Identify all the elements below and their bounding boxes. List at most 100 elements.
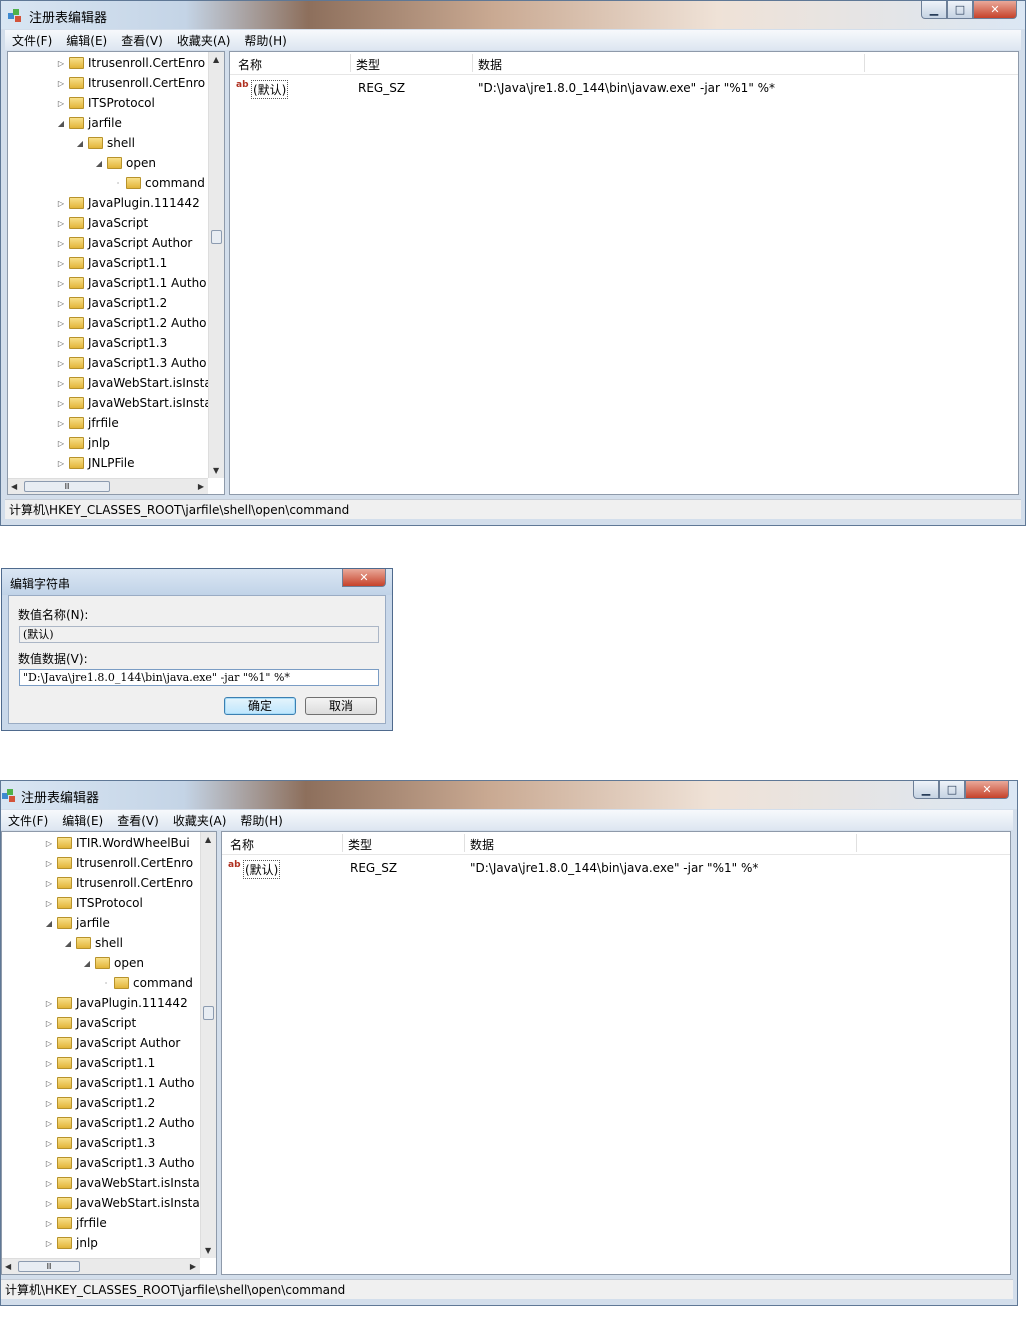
collapsed-arrow-icon[interactable]: ▷ (56, 99, 66, 108)
tree-horizontal-scroll-thumb[interactable]: Ⅲ (24, 481, 110, 492)
menu-file[interactable]: 文件(F) (1, 812, 55, 829)
tree-item[interactable]: ▷ Itrusenroll.CertEnro (44, 853, 193, 873)
collapsed-arrow-icon[interactable]: ▷ (44, 1059, 54, 1068)
tree-item[interactable]: ▷ JavaScript1.1 Autho (56, 273, 207, 293)
values-list-pane[interactable]: 名称 类型 数据 ab (默认) REG_SZ "D:\Java\jre1.8.… (229, 51, 1019, 495)
collapsed-arrow-icon[interactable]: ▷ (56, 439, 66, 448)
tree-item[interactable]: ▷ JavaScript1.2 (44, 1093, 155, 1113)
collapsed-arrow-icon[interactable]: ▷ (56, 339, 66, 348)
tree-item[interactable]: ▷ JavaWebStart.isInsta (44, 1173, 200, 1193)
tree-item[interactable]: ▷ jfrfile (56, 413, 119, 433)
title-bar[interactable]: 注册表编辑器 ▁ □ ✕ (1, 781, 1017, 809)
collapsed-arrow-icon[interactable]: ▷ (56, 459, 66, 468)
column-divider[interactable] (342, 834, 343, 852)
tree-item[interactable]: ▷ JavaPlugin.111442 (56, 193, 200, 213)
value-data-input[interactable]: "D:\Java\jre1.8.0_144\bin\java.exe" -jar… (19, 669, 379, 686)
collapsed-arrow-icon[interactable]: ▷ (44, 1199, 54, 1208)
tree-item[interactable]: ◢ open (82, 953, 144, 973)
tree-item[interactable]: ▷ Itrusenroll.CertEnro (44, 873, 193, 893)
collapsed-arrow-icon[interactable]: ▷ (44, 1139, 54, 1148)
collapsed-arrow-icon[interactable]: ▷ (44, 1079, 54, 1088)
column-divider[interactable] (472, 54, 473, 72)
minimize-button[interactable]: ▁ (913, 781, 939, 799)
expanded-arrow-icon[interactable]: ◢ (56, 119, 66, 128)
scroll-down-icon[interactable]: ▼ (213, 466, 219, 475)
tree-horizontal-scrollbar[interactable]: ◀ Ⅲ ▶ (2, 1258, 200, 1274)
tree-item[interactable]: ▷ JavaScript1.3 (44, 1133, 155, 1153)
tree-item[interactable]: ▷ JavaWebStart.isInsta (56, 373, 212, 393)
tree-item[interactable]: ▷ JavaScript (44, 1013, 136, 1033)
expanded-arrow-icon[interactable]: ◢ (94, 159, 104, 168)
menu-view[interactable]: 查看(V) (110, 812, 166, 829)
collapsed-arrow-icon[interactable]: ▷ (56, 79, 66, 88)
collapsed-arrow-icon[interactable]: ▷ (56, 399, 66, 408)
tree-item[interactable]: ▷ JavaScript Author (56, 233, 192, 253)
column-header-data[interactable]: 数据 (478, 56, 502, 73)
column-divider[interactable] (856, 834, 857, 852)
tree-item[interactable]: ▷ JavaScript1.2 Autho (56, 313, 207, 333)
collapsed-arrow-icon[interactable]: ▷ (56, 259, 66, 268)
column-header-name[interactable]: 名称 (230, 836, 254, 853)
dialog-close-button[interactable]: ✕ (342, 569, 386, 587)
cancel-button[interactable]: 取消 (305, 697, 377, 715)
scroll-right-icon[interactable]: ▶ (190, 1262, 196, 1271)
tree-item[interactable]: ◢ shell (63, 933, 123, 953)
collapsed-arrow-icon[interactable]: ▷ (56, 299, 66, 308)
column-divider[interactable] (350, 54, 351, 72)
tree-item[interactable]: ▷ ITSProtocol (56, 93, 155, 113)
tree-item[interactable]: ◢ shell (75, 133, 135, 153)
close-button[interactable]: ✕ (965, 781, 1009, 799)
menu-help[interactable]: 帮助(H) (233, 812, 289, 829)
tree-item[interactable]: ▷ JavaWebStart.isInsta (56, 393, 212, 413)
tree-item[interactable]: ▷ jnlp (44, 1233, 98, 1253)
collapsed-arrow-icon[interactable]: ▷ (44, 1219, 54, 1228)
tree-item[interactable]: ▷ JavaScript1.2 Autho (44, 1113, 195, 1133)
scroll-up-icon[interactable]: ▲ (213, 55, 219, 64)
expanded-arrow-icon[interactable]: ◢ (63, 939, 73, 948)
tree-item[interactable]: ▷ JavaPlugin.111442 (44, 993, 188, 1013)
maximize-button[interactable]: □ (939, 781, 965, 799)
tree-item[interactable]: ▷ JNLPFile (56, 453, 135, 473)
scroll-left-icon[interactable]: ◀ (11, 482, 17, 491)
tree-item[interactable]: ▷ JavaScript1.2 (56, 293, 167, 313)
collapsed-arrow-icon[interactable]: ▷ (56, 219, 66, 228)
menu-favorites[interactable]: 收藏夹(A) (166, 812, 234, 829)
tree-horizontal-scrollbar[interactable]: ◀ Ⅲ ▶ (8, 478, 208, 494)
menu-edit[interactable]: 编辑(E) (59, 32, 114, 49)
column-header-type[interactable]: 类型 (356, 56, 380, 73)
collapsed-arrow-icon[interactable]: ▷ (44, 1179, 54, 1188)
tree-item[interactable]: ▷ ITSProtocol (44, 893, 143, 913)
collapsed-arrow-icon[interactable]: ▷ (56, 419, 66, 428)
menu-view[interactable]: 查看(V) (114, 32, 170, 49)
scroll-right-icon[interactable]: ▶ (198, 482, 204, 491)
tree-item[interactable]: ◢ jarfile (56, 113, 122, 133)
menu-help[interactable]: 帮助(H) (237, 32, 293, 49)
menu-edit[interactable]: 编辑(E) (55, 812, 110, 829)
expanded-arrow-icon[interactable]: ◢ (44, 919, 54, 928)
tree-vertical-scroll-thumb[interactable] (211, 230, 222, 244)
scroll-left-icon[interactable]: ◀ (5, 1262, 11, 1271)
tree-item[interactable]: ◢ open (94, 153, 156, 173)
collapsed-arrow-icon[interactable]: ▷ (44, 1119, 54, 1128)
collapsed-arrow-icon[interactable]: ▷ (44, 879, 54, 888)
expanded-arrow-icon[interactable]: ◢ (82, 959, 92, 968)
tree-item[interactable]: ▷ JavaScript1.3 (56, 333, 167, 353)
tree-item[interactable]: ▷ JavaScript Author (44, 1033, 180, 1053)
scroll-down-icon[interactable]: ▼ (205, 1246, 211, 1255)
minimize-button[interactable]: ▁ (921, 1, 947, 19)
maximize-button[interactable]: □ (947, 1, 973, 19)
column-header-data[interactable]: 数据 (470, 836, 494, 853)
values-list-pane[interactable]: 名称 类型 数据 ab (默认) REG_SZ "D:\Java\jre1.8.… (221, 831, 1011, 1275)
tree-horizontal-scroll-thumb[interactable]: Ⅲ (18, 1261, 80, 1272)
tree-item[interactable]: ▷ JavaScript1.1 (56, 253, 167, 273)
tree-vertical-scrollbar[interactable]: ▲ ▼ (200, 832, 216, 1258)
column-header-name[interactable]: 名称 (238, 56, 262, 73)
dialog-title-bar[interactable]: 编辑字符串 ✕ (2, 569, 392, 595)
tree-item[interactable]: ▷ ITIR.WordWheelBui (44, 833, 190, 853)
collapsed-arrow-icon[interactable]: ▷ (44, 1039, 54, 1048)
tree-item[interactable]: ▷ JavaScript1.1 (44, 1053, 155, 1073)
tree-item[interactable]: ▷ Itrusenroll.CertEnro (56, 73, 205, 93)
tree-vertical-scrollbar[interactable]: ▲ ▼ (208, 52, 224, 478)
tree-item[interactable]: · command (113, 173, 205, 193)
collapsed-arrow-icon[interactable]: ▷ (44, 1159, 54, 1168)
